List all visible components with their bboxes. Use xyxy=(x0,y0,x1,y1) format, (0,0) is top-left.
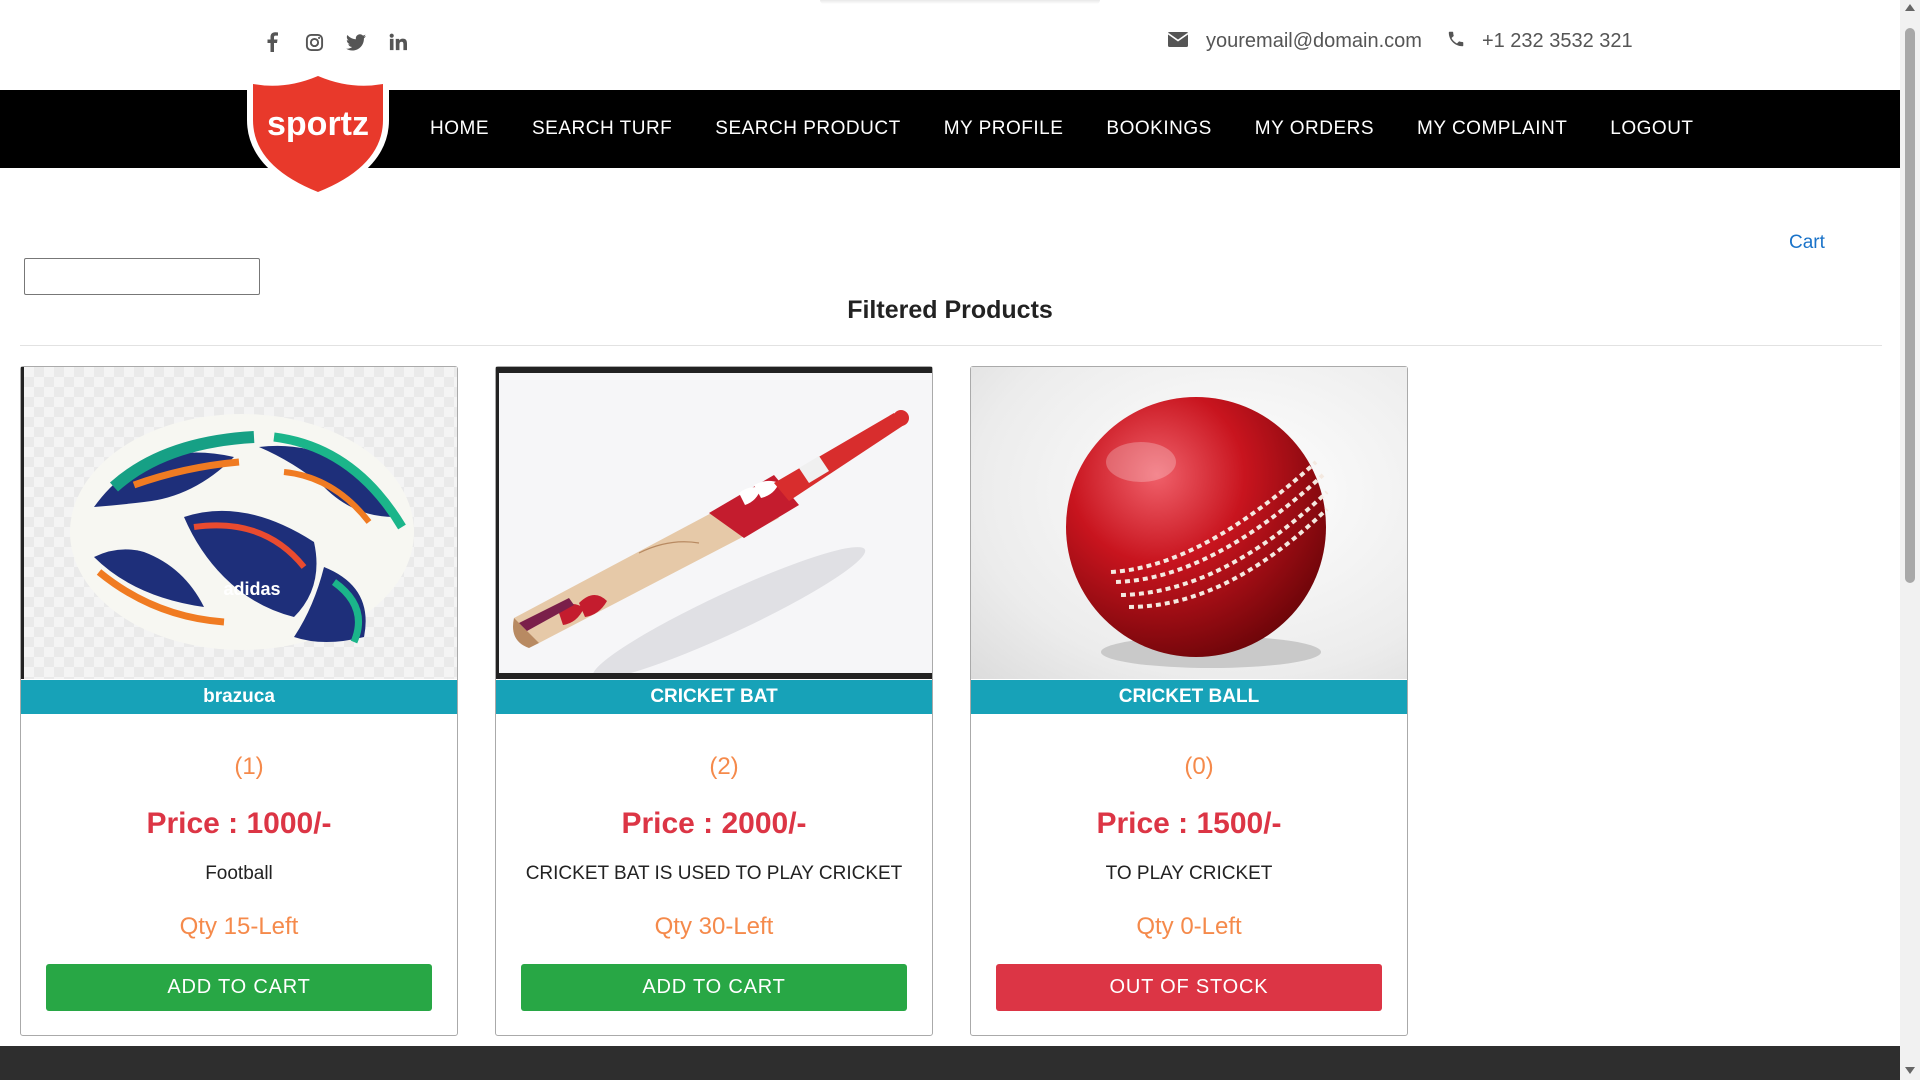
nav-item-logout[interactable]: LOGOUT xyxy=(1610,118,1693,140)
nav-item-search-product[interactable]: SEARCH PRODUCT xyxy=(715,118,900,140)
page-title: Filtered Products xyxy=(847,296,1053,324)
product-rating: (2) xyxy=(709,753,739,780)
product-price: Price : 2000/- xyxy=(621,807,807,840)
divider xyxy=(20,345,1882,346)
nav-item-search-turf[interactable]: SEARCH TURF xyxy=(532,118,672,140)
linkedin-icon[interactable] xyxy=(388,32,408,52)
product-quantity: Qty 15-Left xyxy=(179,913,299,940)
twitter-icon[interactable] xyxy=(346,32,366,52)
product-price: Price : 1500/- xyxy=(1096,807,1282,840)
add-to-cart-button[interactable]: ADD TO CART xyxy=(46,964,432,1011)
facebook-icon[interactable] xyxy=(262,32,282,52)
product-name: brazuca xyxy=(21,680,457,714)
product-card: CRICKET BAT (2) Price : 2000/- CRICKET B… xyxy=(495,366,933,1036)
product-card: adidas brazuca (1) Price : 1000/- Footba… xyxy=(20,366,458,1036)
product-description: TO PLAY CRICKET xyxy=(1105,863,1273,884)
svg-text:adidas: adidas xyxy=(223,579,280,599)
product-quantity: Qty 0-Left xyxy=(1136,913,1242,940)
footer xyxy=(0,1046,1900,1080)
email-contact[interactable]: youremail@domain.com xyxy=(1167,30,1422,53)
nav-item-my-orders[interactable]: MY ORDERS xyxy=(1255,118,1374,140)
social-links xyxy=(262,32,408,52)
scrollbar[interactable] xyxy=(1900,0,1920,1080)
phone-contact[interactable]: +1 232 3532 321 xyxy=(1448,30,1633,53)
nav-item-home[interactable]: HOME xyxy=(430,118,489,140)
product-filter-input[interactable] xyxy=(24,258,260,295)
product-quantity: Qty 30-Left xyxy=(654,913,774,940)
product-name: CRICKET BALL xyxy=(971,680,1407,714)
email-text: youremail@domain.com xyxy=(1206,30,1422,52)
product-image-cricket-ball xyxy=(971,367,1407,679)
product-price: Price : 1000/- xyxy=(146,807,332,840)
product-image-football: adidas xyxy=(21,367,457,679)
contact-info: youremail@domain.com +1 232 3532 321 xyxy=(1167,30,1659,53)
instagram-icon[interactable] xyxy=(304,32,324,52)
phone-text: +1 232 3532 321 xyxy=(1481,30,1633,52)
scroll-up-arrow-icon[interactable] xyxy=(1905,4,1915,11)
envelope-icon xyxy=(1167,30,1189,53)
product-rating: (1) xyxy=(234,753,264,780)
scrollbar-thumb[interactable] xyxy=(1905,28,1915,583)
add-to-cart-button[interactable]: ADD TO CART xyxy=(521,964,907,1011)
product-description: Football xyxy=(205,863,273,884)
phone-icon xyxy=(1448,30,1464,53)
product-name: CRICKET BAT xyxy=(496,680,932,714)
product-description: CRICKET BAT IS USED TO PLAY CRICKET xyxy=(525,863,903,884)
nav-item-my-complaint[interactable]: MY COMPLAINT xyxy=(1417,118,1567,140)
cart-link[interactable]: Cart xyxy=(1789,232,1825,254)
nav-item-bookings[interactable]: BOOKINGS xyxy=(1106,118,1211,140)
out-of-stock-button[interactable]: OUT OF STOCK xyxy=(996,964,1382,1011)
product-image-cricket-bat xyxy=(496,367,932,679)
product-card: CRICKET BALL (0) Price : 1500/- TO PLAY … xyxy=(970,366,1408,1036)
product-rating: (0) xyxy=(1184,753,1214,780)
scroll-down-arrow-icon[interactable] xyxy=(1905,1067,1915,1074)
nav-item-my-profile[interactable]: MY PROFILE xyxy=(944,118,1064,140)
nav-menu: HOME SEARCH TURF SEARCH PRODUCT MY PROFI… xyxy=(430,90,1737,168)
sportz-logo[interactable]: sportz xyxy=(243,70,393,200)
logo-text: sportz xyxy=(267,105,369,143)
